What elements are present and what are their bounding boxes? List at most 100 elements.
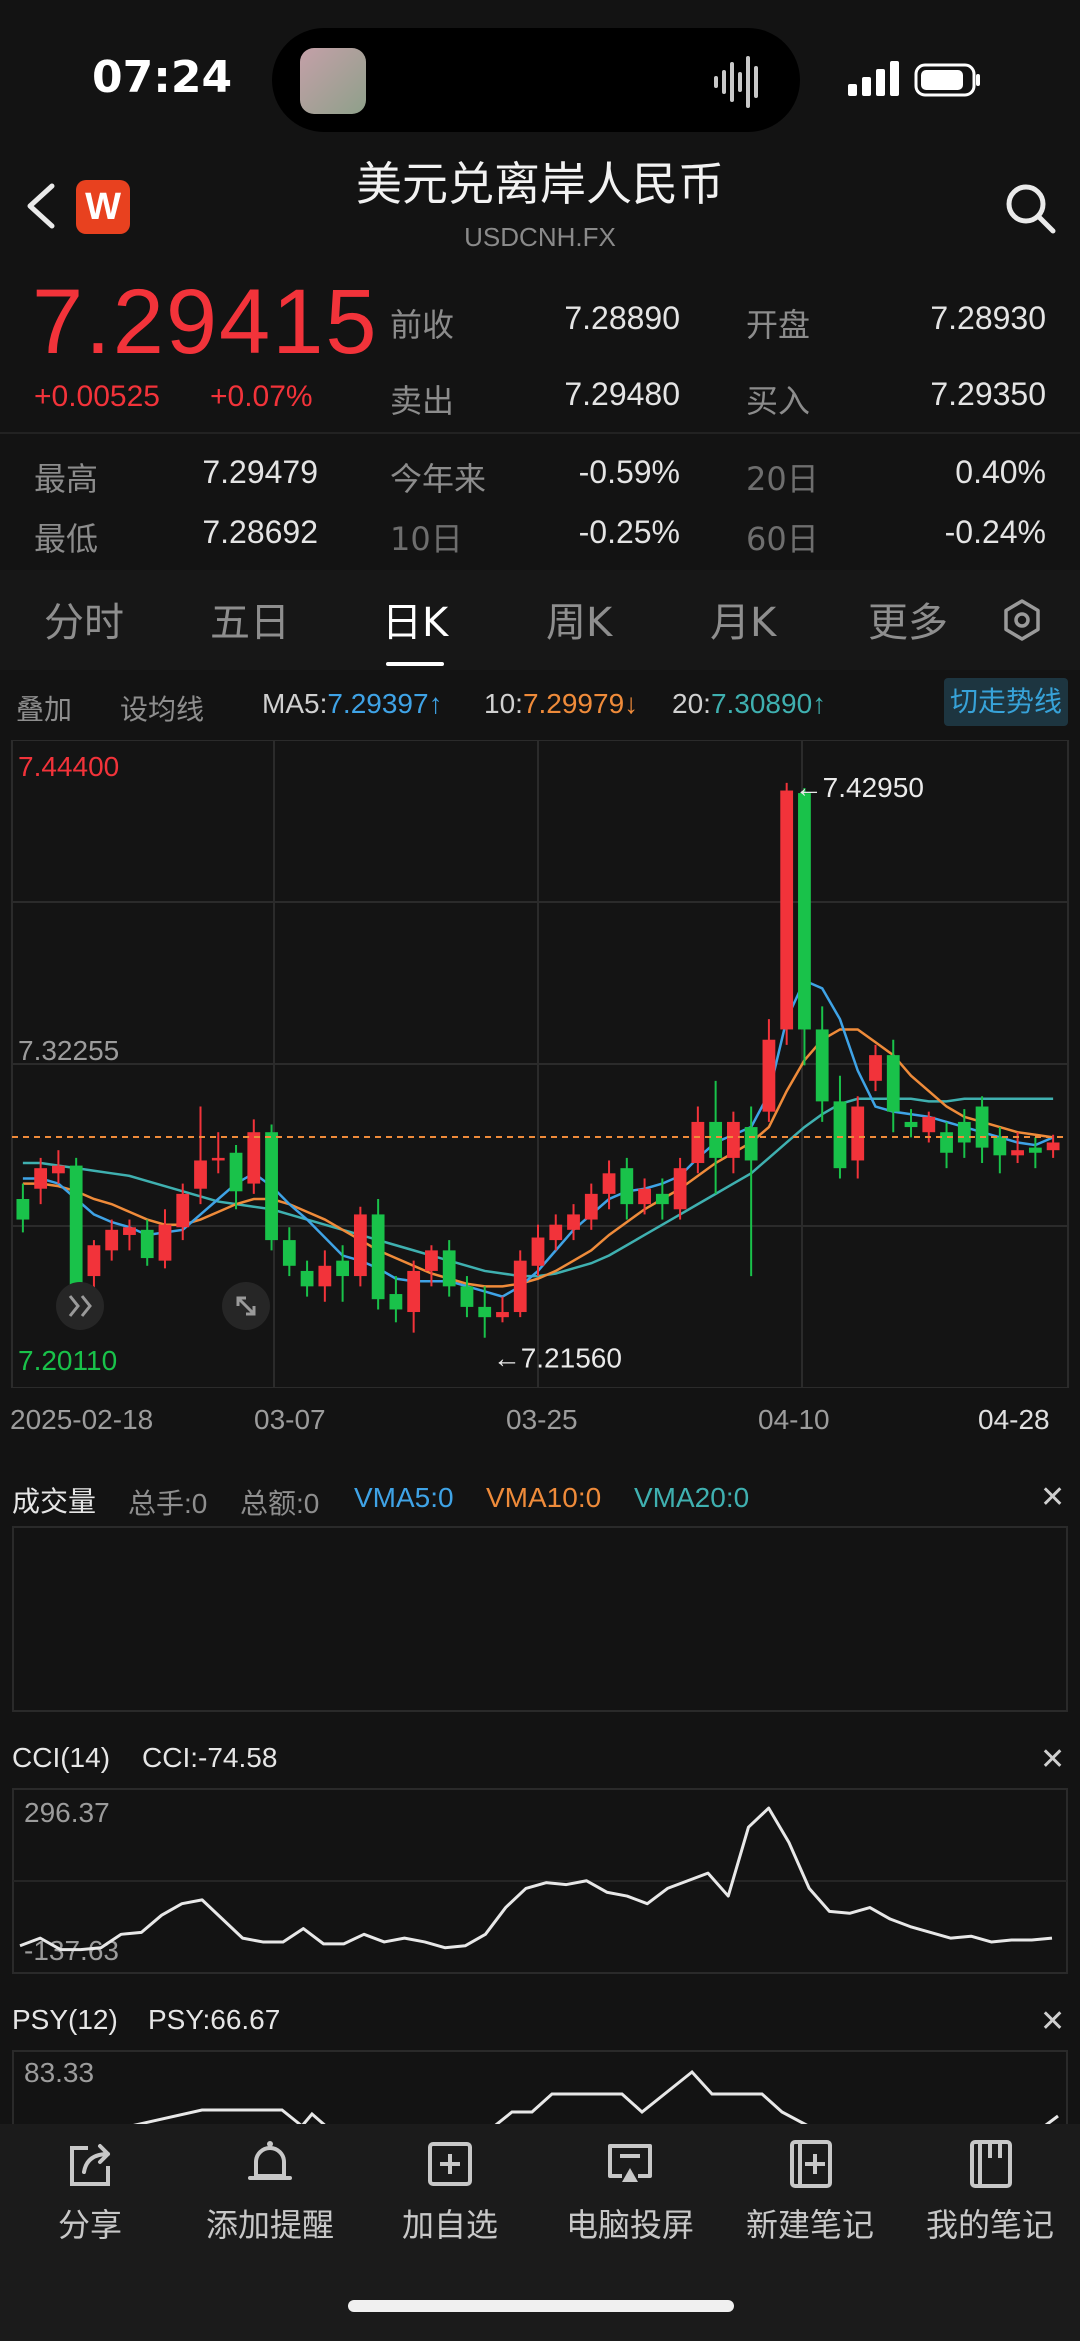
my-notes-button[interactable]: 我的笔记 [900,2136,1080,2246]
candle-body [602,1173,616,1194]
close-psy-panel-icon[interactable]: ✕ [1040,2004,1065,2039]
tab-more[interactable]: 更多 [868,590,948,648]
add-alert-button[interactable]: 添加提醒 [180,2136,360,2246]
switch-trend-line-button[interactable]: 切走势线 [944,678,1068,726]
candle-body [709,1121,723,1158]
candle-body [584,1193,598,1220]
candle-body [975,1106,989,1148]
notebook-icon [970,2140,1012,2188]
cci-value: CCI:-74.58 [142,1742,278,1773]
expand-icon[interactable] [222,1282,270,1330]
candle-body [442,1250,456,1287]
stat-label: 10日 [390,520,463,558]
ma5-value: 7.29397 [327,688,429,719]
quote-value: 7.29350 [930,376,1046,412]
cci-top-label: 296.37 [24,1797,110,1828]
price-change-percent: +0.07% [210,380,313,413]
price-change: +0.00525 [34,380,160,413]
volume-panel-title: 成交量 [12,1485,97,1518]
candle-body [123,1227,136,1235]
candle-body [478,1306,492,1318]
candle-body [851,1106,865,1161]
overlay-button[interactable]: 叠加 [16,688,72,728]
search-icon[interactable] [1002,180,1058,236]
candle-body [496,1312,509,1318]
close-cci-panel-icon[interactable]: ✕ [1040,1742,1065,1777]
candle-body [531,1237,545,1266]
stat-value: 0.40% [955,454,1046,490]
share-label: 分享 [57,2206,122,2244]
tab-monthly-k[interactable]: 月K [710,590,776,648]
stat-value: 7.28692 [202,514,318,550]
add-watchlist-button[interactable]: 加自选 [360,2136,540,2246]
vma20-legend: VMA20:0 [634,1482,750,1513]
screen-cast-button[interactable]: 电脑投屏 [540,2136,720,2246]
candle-body [780,790,794,1030]
stat-label: 今年来 [390,460,487,498]
cast-icon [608,2144,652,2182]
new-note-button[interactable]: 新建笔记 [720,2136,900,2246]
candle-body [922,1116,936,1133]
candle-body [425,1250,438,1271]
now-playing-artwork[interactable] [300,48,366,114]
candle-body [833,1101,847,1169]
candle-body [673,1168,687,1210]
stat-label: 最低 [34,520,99,558]
screen-cast-label: 电脑投屏 [565,2206,694,2244]
x-axis-label: 03-07 [254,1404,326,1435]
candle-body [1046,1142,1060,1151]
volume-total-amount: 总额:0 [240,1488,320,1519]
candle-body [105,1229,119,1251]
tab-five-day[interactable]: 五日 [210,590,290,648]
cci-chart: 296.37 -137.63 [12,1788,1068,1974]
ma20-label: 20: [672,688,711,719]
home-indicator[interactable] [348,2300,734,2312]
candle-body [158,1224,172,1261]
psy-top-label: 83.33 [24,2057,94,2088]
quote-value: 7.29480 [564,376,680,412]
tab-weekly-k[interactable]: 周K [546,590,612,648]
divider [0,432,1080,434]
settings-icon[interactable] [1000,598,1044,642]
candle-body [620,1168,634,1205]
status-time: 07:24 [92,52,233,103]
candle-body [300,1270,314,1287]
ma10-label: 10: [484,688,523,719]
cellular-signal-icon [848,61,899,96]
candle-body [69,1165,83,1287]
symbol-code: USDCNH.FX [464,222,616,252]
tab-daily-k[interactable]: 日K [382,590,448,648]
x-axis-label: 2025-02-18 [10,1404,154,1435]
ma20-value: 7.30890 [710,688,813,719]
set-ma-button[interactable]: 设均线 [120,688,204,728]
candle-body [1028,1147,1042,1153]
candle-body [815,1029,829,1102]
ma20-legend: 20:7.30890↑ [672,688,826,720]
quote-value: 7.28890 [564,300,680,336]
stat-value: -0.59% [578,454,680,490]
max-price-annotation: ←7.42950 [795,772,924,803]
candlestick-chart[interactable]: 7.44400 7.32255 7.20110 ←7.42950 ←7.2156… [10,740,1070,1388]
candle-body [567,1214,580,1230]
candle-body [744,1127,758,1161]
candle-body [194,1160,207,1189]
ma5-label: MA5: [262,688,328,719]
candle-body [726,1121,740,1158]
psy-chart: 83.33 [12,2050,1068,2130]
quote-label: 开盘 [746,306,811,344]
last-price: 7.29415 [32,271,379,373]
min-price-annotation: ←7.21560 [493,1343,622,1374]
stat-value: 7.29479 [202,454,318,490]
tab-intraday[interactable]: 分时 [44,590,124,648]
share-button[interactable]: 分享 [0,2136,180,2246]
page-title: 美元兑离岸人民币 [356,157,724,211]
close-volume-panel-icon[interactable]: ✕ [1040,1480,1065,1515]
candle-body [211,1157,225,1161]
candle-body [1011,1150,1024,1156]
candle-body [549,1224,563,1241]
candle-body [353,1214,367,1277]
stat-value: -0.24% [944,514,1046,550]
up-arrow-icon: ↑ [812,688,827,719]
scroll-left-icon[interactable] [56,1282,104,1330]
candle-body [34,1168,48,1189]
